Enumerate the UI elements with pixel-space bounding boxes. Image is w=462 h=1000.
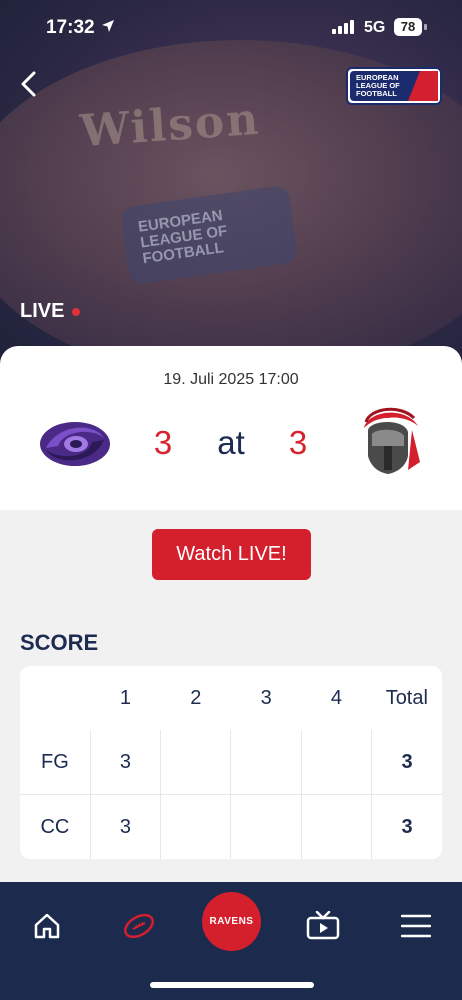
football-icon [124,913,154,939]
home-score: 3 [153,424,173,461]
score-section-title: SCORE [20,630,99,655]
total-cell: 3 [371,730,442,795]
tab-games[interactable] [119,906,159,946]
table-row: CC 3 3 [20,794,442,859]
battery-level: 78 [394,18,422,36]
quarter-cell [230,730,302,795]
total-cell: 3 [401,815,413,838]
header-cell: 4 [330,686,343,709]
team-name-cell: CC [20,794,91,859]
quarter-cell: 3 [90,730,162,795]
header-cell: 3 [260,686,272,709]
home-icon [34,913,60,939]
signal-icon [332,20,354,34]
location-arrow-icon [102,20,114,32]
score-separator: at [217,424,245,461]
header-cell: Total [385,686,428,709]
table-row: FG 3 3 [20,730,442,795]
tab-ravens[interactable]: RAVENS [202,892,261,951]
score-table-header: 1 2 3 4 Total [20,666,442,730]
quarter-cell [301,730,373,795]
live-label: LIVE [20,300,65,322]
match-datetime: 19. Juli 2025 17:00 [163,371,299,388]
match-card: 19. Juli 2025 17:00 3 at 3 [0,346,462,510]
watch-live-button[interactable]: Watch LIVE! [152,529,311,580]
tab-menu[interactable] [396,906,436,946]
header-cell [20,666,90,730]
tv-icon [306,911,340,940]
quarter-cell [301,794,373,859]
tab-home[interactable] [27,906,67,946]
quarter-cell [160,794,232,859]
live-dot [72,307,81,316]
back-chevron-icon[interactable] [14,68,46,100]
home-team-logo [40,422,110,466]
home-indicator[interactable] [150,982,314,988]
header-cell: 2 [190,686,202,709]
away-team-logo [364,407,420,474]
score-table: 1 2 3 4 Total FG 3 3 CC 3 3 [20,666,442,859]
tab-tv[interactable] [303,906,343,946]
quarter-cell [230,794,302,859]
quarter-cell [160,730,232,795]
status-bar: 17:32 5G 78 [0,0,462,56]
league-logo: EUROPEAN LEAGUE OF FOOTBALL [346,67,442,105]
hero-banner: Wilson EUROPEAN LEAGUE OF FOOTBALL 17:32… [0,0,462,380]
live-indicator: LIVE [20,300,81,323]
menu-icon [401,914,431,938]
battery-tip [424,24,427,30]
team-name-cell: FG [20,730,91,795]
header-cell: 1 [119,686,132,709]
status-time: 17:32 [46,17,95,38]
league-logo-text: EUROPEAN LEAGUE OF FOOTBALL [356,73,400,98]
away-score: 3 [288,424,308,461]
network-type: 5G [364,19,386,36]
quarter-cell: 3 [90,794,162,859]
